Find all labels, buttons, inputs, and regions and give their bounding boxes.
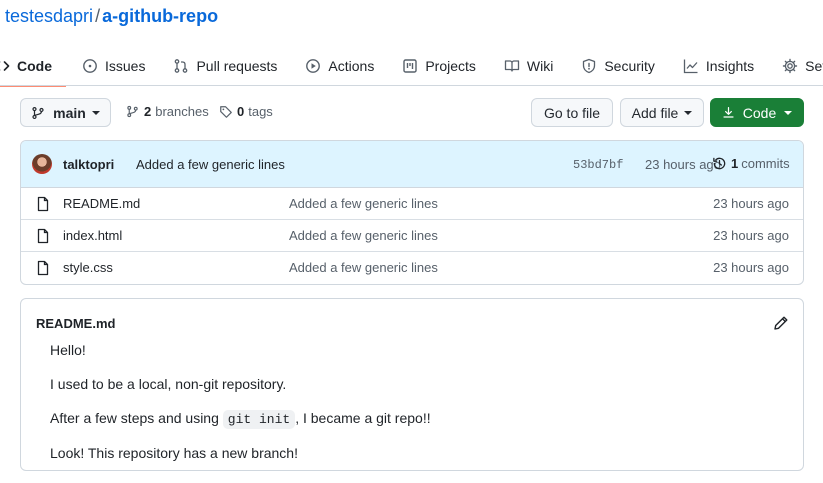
tags-count: 0 (237, 104, 245, 119)
file-name-link[interactable]: README.md (63, 196, 140, 211)
pencil-icon[interactable] (773, 315, 789, 331)
commit-time: 23 hours ago (645, 157, 721, 172)
graph-icon (683, 58, 699, 74)
project-icon (402, 58, 418, 74)
tab-security[interactable]: Security (581, 52, 655, 80)
tab-issues[interactable]: Issues (82, 52, 145, 80)
chevron-down-icon (91, 110, 100, 115)
commit-history-link[interactable]: 1 commits (712, 156, 790, 171)
file-commit-time: 23 hours ago (713, 228, 789, 243)
file-icon (35, 260, 51, 276)
shield-icon (581, 58, 597, 74)
chevron-down-icon (684, 110, 693, 115)
tab-projects[interactable]: Projects (402, 52, 476, 80)
file-icon (35, 196, 51, 212)
tab-label: Projects (425, 58, 476, 74)
code-icon (0, 58, 10, 74)
file-row[interactable]: style.css Added a few generic lines 23 h… (21, 252, 803, 284)
play-icon (305, 58, 321, 74)
branch-select-button[interactable]: main (20, 98, 111, 127)
readme-text: , I became a git repo!! (295, 410, 431, 426)
tags-link[interactable]: 0 tags (219, 104, 273, 119)
commit-message-link[interactable]: Added a few generic lines (136, 157, 285, 172)
tab-label: Insights (705, 58, 755, 74)
file-name-link[interactable]: index.html (63, 228, 122, 243)
tab-label: Wiki (526, 58, 554, 74)
tag-icon (219, 105, 233, 119)
readme-line: After a few steps and using git init, I … (50, 410, 431, 429)
commit-sha-link[interactable]: 53bd7bf (573, 158, 623, 172)
gear-icon (782, 58, 798, 74)
tab-code[interactable]: Code (0, 52, 66, 87)
tab-label: Actions (328, 58, 375, 74)
latest-commit-bar: talktopri Added a few generic lines 53bd… (21, 141, 803, 188)
branches-link[interactable]: 2 branches (126, 104, 209, 119)
tab-settings[interactable]: Settings (782, 52, 823, 80)
readme-text: After a few steps and using (50, 410, 223, 426)
file-commit-time: 23 hours ago (713, 260, 789, 275)
book-icon (504, 58, 520, 74)
avatar[interactable] (32, 154, 52, 174)
branch-name: main (53, 104, 86, 121)
readme-panel: README.md Hello! I used to be a local, n… (20, 298, 804, 471)
branch-icon (126, 105, 139, 118)
tab-wiki[interactable]: Wiki (504, 52, 553, 80)
go-to-file-label: Go to file (543, 104, 601, 121)
code-button[interactable]: Code (710, 98, 804, 127)
download-icon (722, 106, 735, 119)
commit-count-label: commits (741, 156, 790, 171)
commit-count: 1 (731, 156, 739, 171)
file-row[interactable]: README.md Added a few generic lines 23 h… (21, 188, 803, 220)
add-file-label: Add file (631, 104, 679, 121)
file-commit-message-link[interactable]: Added a few generic lines (289, 196, 438, 211)
add-file-button[interactable]: Add file (620, 98, 704, 127)
readme-line: I used to be a local, non-git repository… (50, 376, 287, 392)
inline-code: git init (222, 410, 296, 429)
commit-author-link[interactable]: talktopri (63, 157, 114, 172)
file-commit-message-link[interactable]: Added a few generic lines (289, 228, 438, 243)
branches-label: branches (155, 104, 209, 119)
repo-name-link[interactable]: a-github-repo (102, 6, 218, 26)
repo-owner-link[interactable]: testesdapri (5, 6, 93, 26)
pull-request-icon (173, 58, 189, 74)
tab-label: Settings (805, 58, 823, 74)
issue-icon (82, 58, 98, 74)
tab-actions[interactable]: Actions (305, 52, 374, 80)
repo-nav-tabs: Code Issues Pull requests Actions Projec… (0, 52, 823, 87)
tabs-divider (0, 85, 823, 86)
file-icon (35, 228, 51, 244)
go-to-file-button[interactable]: Go to file (531, 98, 613, 127)
repo-title: testesdapri / a-github-repo (5, 6, 218, 27)
file-commit-time: 23 hours ago (713, 196, 789, 211)
file-commit-message-link[interactable]: Added a few generic lines (289, 260, 438, 275)
tab-label: Issues (105, 58, 146, 74)
file-row[interactable]: index.html Added a few generic lines 23 … (21, 220, 803, 252)
tags-label: tags (248, 104, 273, 119)
tab-label: Code (17, 58, 52, 74)
file-name-link[interactable]: style.css (63, 260, 113, 275)
tab-label: Pull requests (196, 58, 278, 74)
tab-label: Security (604, 58, 655, 74)
chevron-down-icon (784, 110, 793, 115)
tab-insights[interactable]: Insights (683, 52, 754, 80)
readme-line: Look! This repository has a new branch! (50, 445, 298, 461)
readme-line: Hello! (50, 342, 86, 358)
tab-pull-requests[interactable]: Pull requests (173, 52, 277, 80)
history-icon (712, 156, 727, 171)
branch-icon (31, 106, 45, 120)
file-list: talktopri Added a few generic lines 53bd… (20, 140, 804, 285)
branches-count: 2 (144, 104, 152, 119)
code-button-label: Code (742, 104, 777, 121)
readme-title: README.md (36, 316, 116, 331)
repo-separator: / (95, 6, 101, 26)
